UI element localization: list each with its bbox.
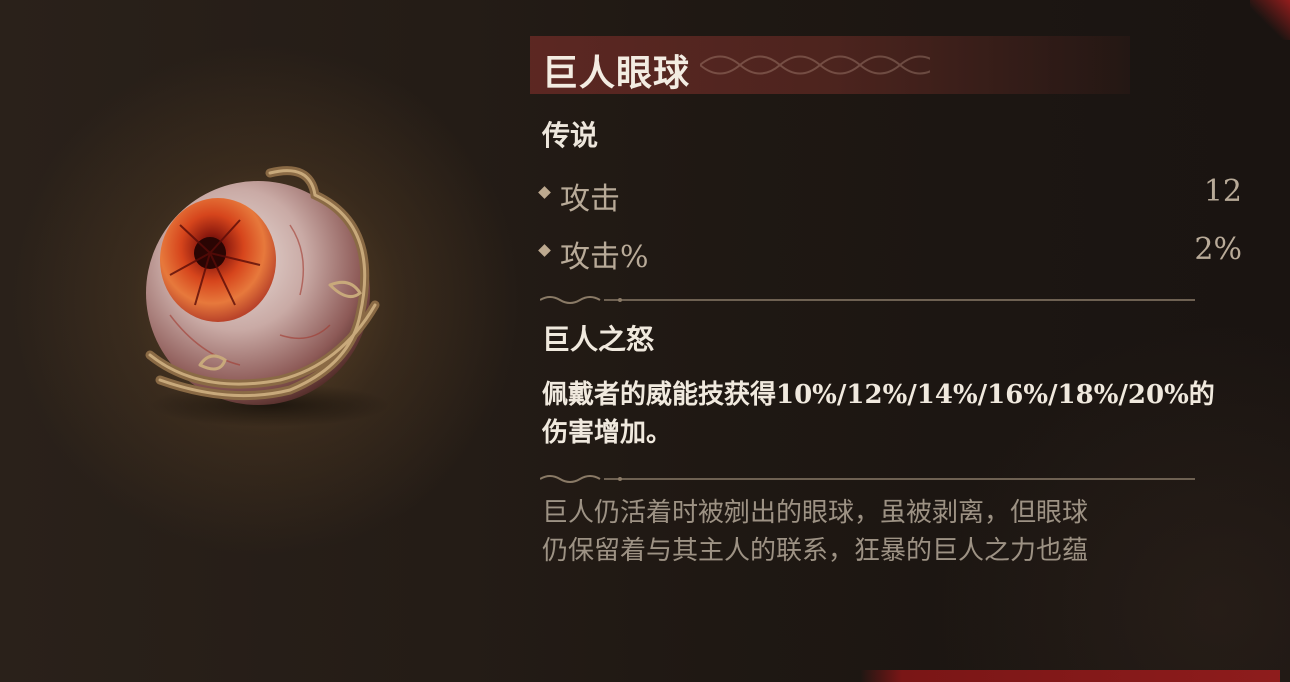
skill-name: 巨人之怒 <box>542 323 655 356</box>
giant-eyeball-icon <box>140 165 400 435</box>
lore-line: 仍保留着与其主人的联系，狂暴的巨人之力也蕴 <box>542 536 1089 566</box>
skill-description-line: 佩戴者的威能技获得10%/12%/14%/16%/18%/20%的 <box>542 380 1215 410</box>
item-info-panel: 巨人眼球 传说 攻击 12 攻击% 2% 巨人之怒 佩戴者的威能技获得10%/1… <box>530 36 1250 676</box>
title-bar: 巨人眼球 <box>530 36 1130 94</box>
diamond-bullet-icon <box>538 244 551 257</box>
corner-ornament <box>1250 0 1290 40</box>
item-name: 巨人眼球 <box>542 52 691 94</box>
section-divider <box>540 296 1195 304</box>
stat-value: 2% <box>1194 232 1242 267</box>
title-ornament <box>700 55 930 75</box>
diamond-bullet-icon <box>538 186 551 199</box>
section-divider <box>540 475 1195 483</box>
skill-description: 佩戴者的威能技获得10%/12%/14%/16%/18%/20%的 伤害增加。 <box>542 376 1242 452</box>
stat-label: 攻击% <box>560 240 649 275</box>
stat-row-attack: 攻击 12 <box>538 174 1242 217</box>
lore-line: 巨人仍活着时被剜出的眼球，虽被剥离，但眼球 <box>542 498 1089 528</box>
item-lore: 巨人仍活着时被剜出的眼球，虽被剥离，但眼球 仍保留着与其主人的联系，狂暴的巨人之… <box>542 494 1232 570</box>
stat-row-attack-percent: 攻击% 2% <box>538 232 1242 275</box>
skill-description-line: 伤害增加。 <box>542 418 673 448</box>
stat-label: 攻击 <box>560 182 620 217</box>
stat-value: 12 <box>1203 174 1242 209</box>
item-detail-screen: 巨人眼球 传说 攻击 12 攻击% 2% 巨人之怒 佩戴者的威能技获得10%/1… <box>0 0 1290 682</box>
item-rarity: 传说 <box>542 119 599 152</box>
